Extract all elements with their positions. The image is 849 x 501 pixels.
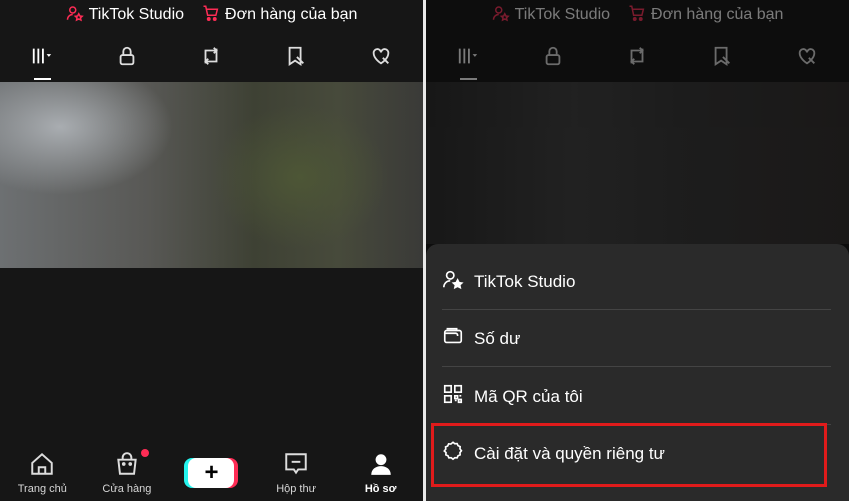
orders-label: Đơn hàng của bạn [651,6,784,23]
nav-create[interactable]: + [169,458,254,488]
nav-shop[interactable]: Cửa hàng [85,449,170,495]
tab-liked [764,36,849,80]
tab-favorites[interactable] [254,36,339,80]
profile-menu-sheet: TikTok Studio Số dư Mã QR của tôi Cài đặ… [426,244,849,501]
highlight-box [431,423,827,487]
cart-icon [628,4,646,27]
menu-item-label: TikTok Studio [474,271,576,291]
heart-icon [370,45,392,72]
menu-item-label: Số dư [474,328,521,348]
top-links: TikTok Studio Đơn hàng của bạn [0,0,423,30]
bookmark-icon [711,45,733,72]
cart-icon [202,4,220,27]
qr-code-icon [442,383,464,410]
profile-menu-screen: TikTok Studio Đơn hàng của bạn TikTok St… [426,0,849,501]
profile-tabs [0,36,423,80]
orders-link-dimmed: Đơn hàng của bạn [628,4,783,27]
tiktok-studio-label: TikTok Studio [514,6,611,23]
menu-item-label: Mã QR của tôi [474,386,583,406]
bottom-nav: Trang chủ Cửa hàng + Hộp thư Hồ sơ [0,445,423,501]
menu-item-tiktok-studio[interactable]: TikTok Studio [442,253,831,310]
tab-favorites [680,36,765,80]
repost-icon [626,45,648,72]
nav-shop-label: Cửa hàng [102,483,152,495]
create-button[interactable]: + [188,458,235,488]
video-thumbnail[interactable] [0,82,423,268]
inbox-icon [283,451,309,480]
tab-private [511,36,596,80]
menu-item-balance[interactable]: Số dư [442,310,831,367]
profile-tabs-dimmed [426,36,849,80]
notification-dot [140,449,149,457]
orders-link[interactable]: Đơn hàng của bạn [202,4,357,27]
plus-icon: + [204,459,219,486]
tab-videos [426,36,511,80]
home-icon [29,451,55,480]
profile-screen: TikTok Studio Đơn hàng của bạn Trang chủ… [0,0,423,501]
tiktok-studio-label: TikTok Studio [88,6,185,23]
nav-inbox[interactable]: Hộp thư [254,451,339,495]
nav-profile[interactable]: Hồ sơ [338,451,423,495]
repost-icon [200,45,222,72]
tab-reposts[interactable] [169,36,254,80]
person-star-icon [66,4,84,27]
tiktok-studio-link[interactable]: TikTok Studio [66,4,184,27]
video-thumbnail-dimmed [426,82,849,244]
nav-home-label: Trang chủ [17,483,67,495]
shopping-bag-icon [114,451,140,480]
nav-inbox-label: Hộp thư [276,483,316,495]
grid-icon [457,45,479,72]
tab-private[interactable] [85,36,170,80]
tiktok-studio-link-dimmed: TikTok Studio [492,4,610,27]
nav-home[interactable]: Trang chủ [0,451,85,495]
heart-icon [796,45,818,72]
profile-icon [368,451,394,480]
person-star-icon [492,4,510,27]
bookmark-icon [285,45,307,72]
grid-icon [31,45,53,72]
tab-liked[interactable] [338,36,423,80]
lock-icon [116,45,138,72]
lock-icon [542,45,564,72]
person-star-icon [442,268,464,295]
orders-label: Đơn hàng của bạn [225,6,358,23]
nav-profile-label: Hồ sơ [364,483,397,495]
menu-item-qr-code[interactable]: Mã QR của tôi [442,368,831,425]
tab-videos[interactable] [0,36,85,80]
wallet-icon [442,325,464,352]
top-links-dimmed: TikTok Studio Đơn hàng của bạn [426,0,849,30]
tab-reposts [595,36,680,80]
